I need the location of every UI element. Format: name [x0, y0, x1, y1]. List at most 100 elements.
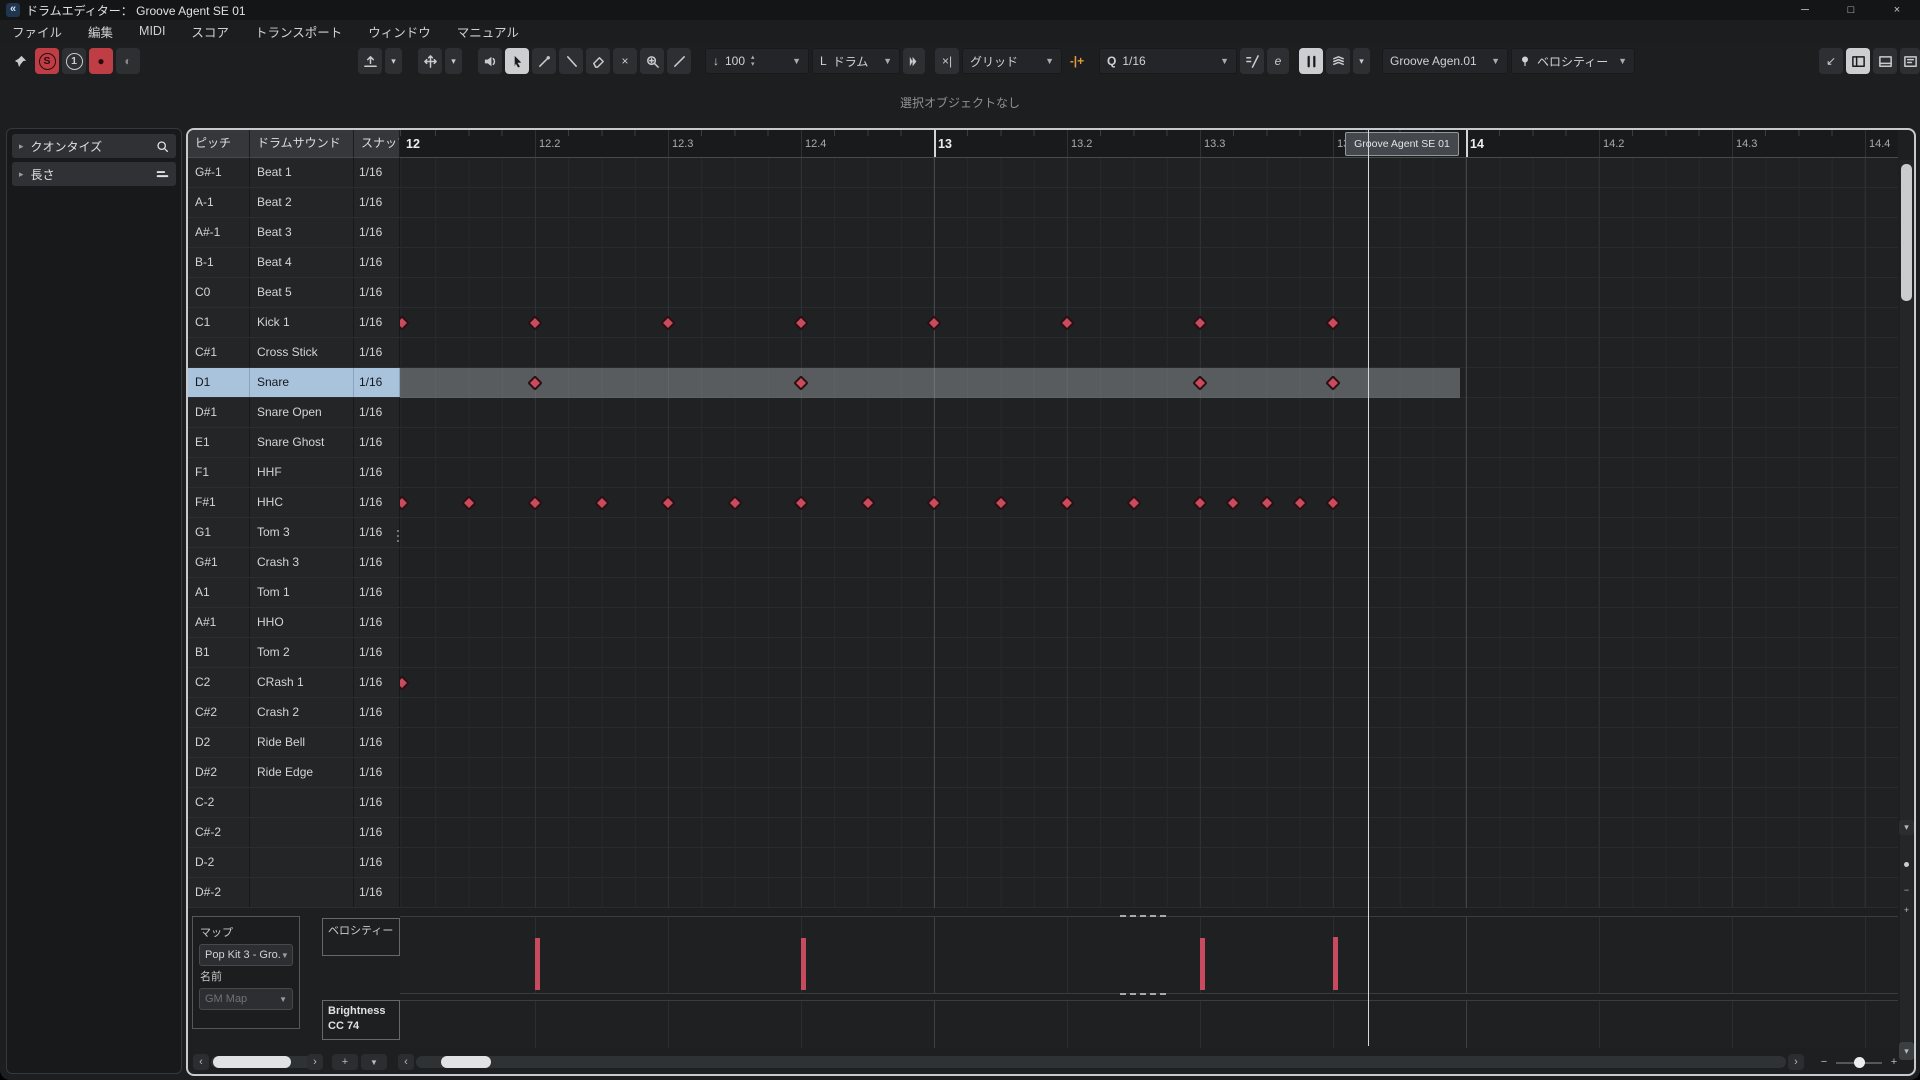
drum-list-row[interactable]: D#2Ride Edge1/16 — [188, 758, 400, 788]
drum-note[interactable] — [1225, 495, 1241, 511]
pitch-cell[interactable]: D#2 — [188, 758, 250, 787]
list-scroll-right-button[interactable]: › — [307, 1054, 323, 1070]
snap-cell[interactable]: 1/16 — [354, 728, 400, 757]
column-header-pitch[interactable]: ピッチ — [188, 130, 250, 158]
snap-cell[interactable]: 1/16 — [354, 578, 400, 607]
edit-active-part-button[interactable] — [1326, 48, 1350, 74]
snap-cell[interactable]: 1/16 — [354, 518, 400, 547]
drum-list-row[interactable]: C0Beat 51/16 — [188, 278, 400, 308]
sound-cell[interactable]: Tom 3 — [250, 518, 354, 547]
h-scrollbar-thumb[interactable] — [441, 1056, 491, 1068]
lane-resize-handle-top[interactable] — [1120, 915, 1166, 917]
sound-cell[interactable]: Beat 2 — [250, 188, 354, 217]
drum-note[interactable] — [400, 315, 410, 331]
drum-note[interactable] — [1259, 495, 1275, 511]
drum-list-row[interactable]: F#1HHC1/16 — [188, 488, 400, 518]
snap-cell[interactable]: 1/16 — [354, 638, 400, 667]
pitch-cell[interactable]: C0 — [188, 278, 250, 307]
pitch-cell[interactable]: F1 — [188, 458, 250, 487]
drum-list-row[interactable]: B1Tom 21/16 — [188, 638, 400, 668]
snap-cell[interactable]: 1/16 — [354, 818, 400, 847]
colors-dropdown-icon[interactable]: ▼ — [883, 56, 892, 66]
pitch-cell[interactable]: D#1 — [188, 398, 250, 427]
drum-note[interactable] — [1192, 315, 1208, 331]
v-scroll-down-button[interactable]: ▾ — [1899, 820, 1914, 835]
cycle-button[interactable]: ◐ — [116, 48, 140, 74]
menu-item-1[interactable]: 編集 — [88, 22, 113, 41]
drum-note[interactable] — [993, 495, 1009, 511]
snap-cell[interactable]: 1/16 — [354, 668, 400, 697]
close-button[interactable]: × — [1874, 0, 1920, 20]
sound-cell[interactable]: Beat 5 — [250, 278, 354, 307]
sound-cell[interactable]: Crash 2 — [250, 698, 354, 727]
snap-cell[interactable]: 1/16 — [354, 308, 400, 337]
velocity-lane-label[interactable]: ベロシティー — [322, 918, 400, 956]
snap-cell[interactable]: 1/16 — [354, 608, 400, 637]
drum-note[interactable] — [1059, 495, 1075, 511]
sound-cell[interactable]: CRash 1 — [250, 668, 354, 697]
drum-note[interactable] — [660, 495, 676, 511]
drum-list-row[interactable]: C1Kick 11/16 — [188, 308, 400, 338]
drum-note[interactable] — [926, 315, 942, 331]
part-dropdown-icon[interactable]: ▼ — [1491, 56, 1500, 66]
eraser-tool-button[interactable] — [586, 48, 610, 74]
drum-list-row[interactable]: G1Tom 31/16 — [188, 518, 400, 548]
open-lower-zone-button[interactable]: ↙ — [1819, 48, 1843, 74]
sound-cell[interactable]: Beat 4 — [250, 248, 354, 277]
sound-cell[interactable]: HHO — [250, 608, 354, 637]
pitch-cell[interactable]: E1 — [188, 428, 250, 457]
menu-item-0[interactable]: ファイル — [12, 22, 62, 41]
part-borders-button[interactable] — [1299, 48, 1323, 74]
maximize-button[interactable]: □ — [1828, 0, 1874, 20]
drum-list-row[interactable]: C#1Cross Stick1/16 — [188, 338, 400, 368]
minimize-button[interactable]: ─ — [1782, 0, 1828, 20]
velocity-dropdown-icon[interactable]: ▼ — [792, 56, 801, 66]
sound-cell[interactable]: Snare Open — [250, 398, 354, 427]
drum-note[interactable] — [1325, 375, 1341, 391]
velocity-spinner[interactable]: ▴▾ — [751, 54, 755, 68]
snap-cell[interactable]: 1/16 — [354, 158, 400, 187]
drum-note[interactable] — [926, 495, 942, 511]
sound-cell[interactable]: Tom 2 — [250, 638, 354, 667]
drum-list-row[interactable]: E1Snare Ghost1/16 — [188, 428, 400, 458]
event-colors-combo[interactable]: L ドラム ▼ — [812, 48, 900, 74]
record-button[interactable]: ● — [89, 48, 113, 74]
sound-cell[interactable] — [250, 788, 354, 817]
add-button[interactable]: + — [332, 1054, 358, 1070]
sound-cell[interactable]: Crash 3 — [250, 548, 354, 577]
column-header-snap[interactable]: スナップ — [354, 130, 400, 158]
velocity-lane[interactable] — [400, 916, 1898, 994]
drum-note[interactable] — [793, 315, 809, 331]
drum-note[interactable] — [1192, 375, 1208, 391]
controller-lane-combo[interactable]: ベロシティー ▼ — [1511, 48, 1635, 74]
drum-note[interactable] — [860, 495, 876, 511]
velocity-bar[interactable] — [1200, 938, 1205, 990]
drum-list-row[interactable]: C#2Crash 21/16 — [188, 698, 400, 728]
h-scroll-right-button[interactable]: › — [1788, 1054, 1804, 1070]
pitch-cell[interactable]: A#1 — [188, 608, 250, 637]
active-part-combo[interactable]: Groove Agen.01 ▼ — [1382, 48, 1508, 74]
snap-cell[interactable]: 1/16 — [354, 218, 400, 247]
drum-note[interactable] — [727, 495, 743, 511]
cc-lane-label[interactable]: Brightness CC 74 — [322, 1000, 400, 1040]
drum-note[interactable] — [527, 375, 543, 391]
pitch-cell[interactable]: A-1 — [188, 188, 250, 217]
expand-triangle-icon[interactable]: ▸ — [19, 169, 24, 180]
expand-triangle-icon[interactable]: ▸ — [19, 141, 24, 152]
left-zone-toggle-button[interactable] — [1846, 48, 1870, 74]
insert-velocity-combo[interactable]: ↓ 100 ▴▾ ▼ — [705, 48, 809, 74]
snap-cell[interactable]: 1/16 — [354, 878, 400, 907]
sound-cell[interactable]: Snare Ghost — [250, 428, 354, 457]
drum-note[interactable] — [1192, 495, 1208, 511]
pitch-cell[interactable]: C#-2 — [188, 818, 250, 847]
pitch-cell[interactable]: C#2 — [188, 698, 250, 727]
velocity-bar[interactable] — [801, 938, 806, 990]
drum-map-select[interactable]: Pop Kit 3 - Gro. ▼ — [199, 944, 293, 966]
sound-cell[interactable]: Beat 1 — [250, 158, 354, 187]
velocity-bar[interactable] — [1333, 937, 1338, 990]
snap-cell[interactable]: 1/16 — [354, 428, 400, 457]
drum-note[interactable] — [1292, 495, 1308, 511]
speaker-tool-button[interactable] — [478, 48, 502, 74]
drum-list-row[interactable]: G#1Crash 31/16 — [188, 548, 400, 578]
lane-resize-handle-bottom[interactable] — [1120, 993, 1166, 995]
